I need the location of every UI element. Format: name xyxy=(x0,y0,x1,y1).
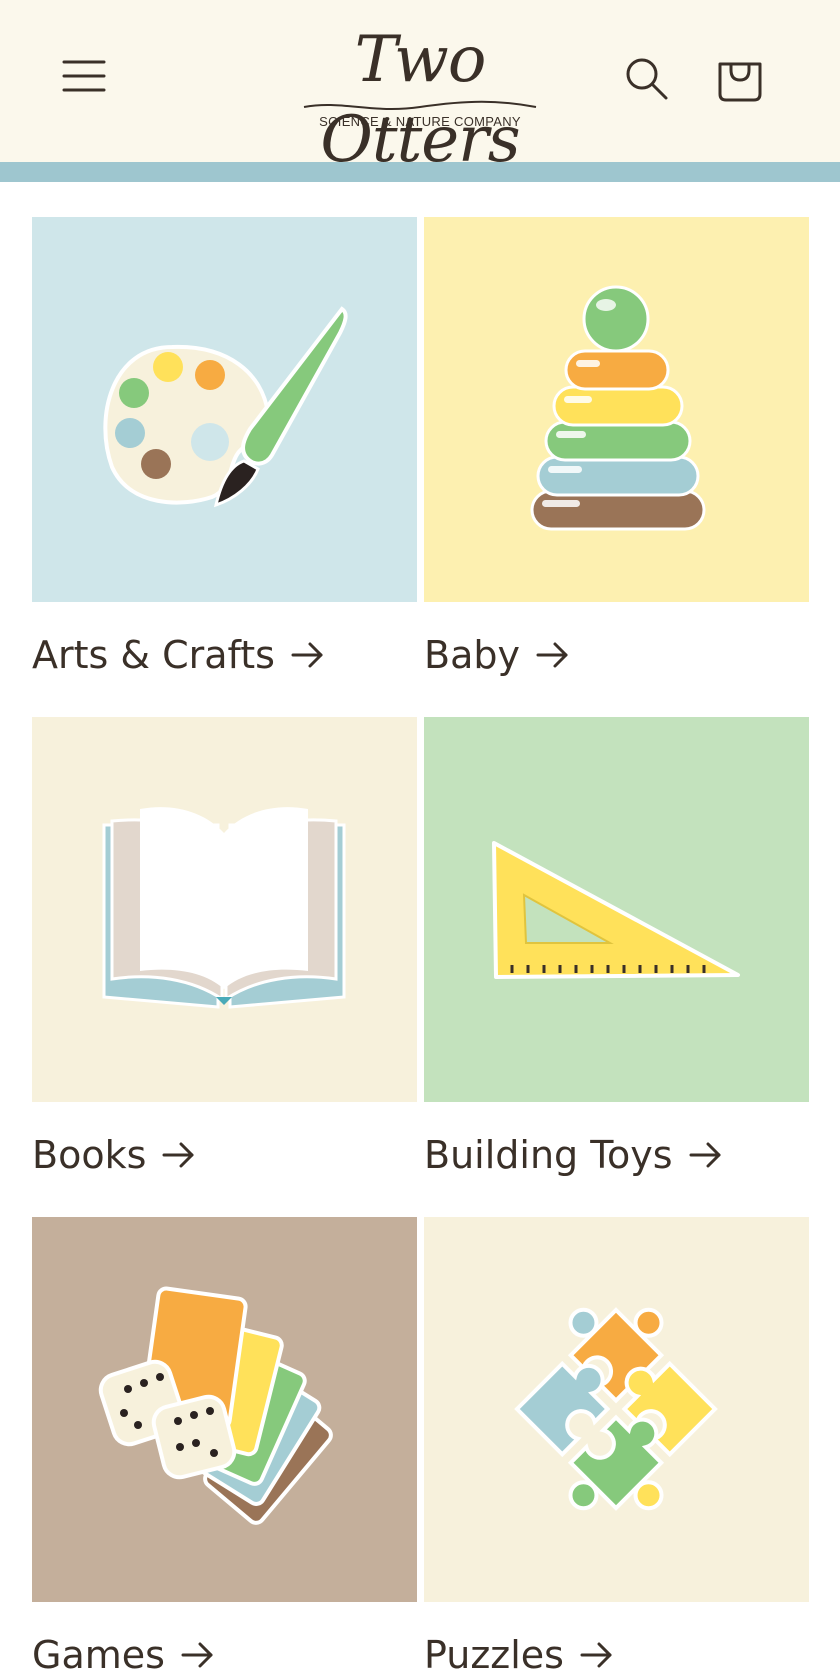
arrow-right-icon xyxy=(536,640,570,670)
stacking-rings-icon xyxy=(424,217,809,602)
cart-button[interactable] xyxy=(714,50,766,104)
category-tile[interactable] xyxy=(32,717,417,1102)
category-label[interactable]: Baby xyxy=(424,630,570,680)
search-icon xyxy=(626,58,668,100)
category-label-text: Games xyxy=(32,1633,165,1677)
category-label-text: Baby xyxy=(424,633,520,677)
open-book-icon xyxy=(32,717,417,1102)
hamburger-menu-icon xyxy=(62,60,106,92)
arrow-right-icon xyxy=(181,1640,215,1670)
site-logo[interactable]: Two Otters SCIENCE & NATURE COMPANY xyxy=(290,18,550,177)
category-label[interactable]: Puzzles xyxy=(424,1630,614,1680)
category-tile[interactable] xyxy=(424,217,809,602)
shopping-bag-icon xyxy=(718,62,762,102)
set-square-ruler-icon xyxy=(424,717,809,1102)
category-label-text: Arts & Crafts xyxy=(32,633,275,677)
category-tile[interactable] xyxy=(424,717,809,1102)
search-button[interactable] xyxy=(622,54,670,102)
category-tile[interactable] xyxy=(32,1217,417,1602)
category-tile[interactable] xyxy=(424,1217,809,1602)
category-label[interactable]: Building Toys xyxy=(424,1130,723,1180)
category-label[interactable]: Arts & Crafts xyxy=(32,630,325,680)
logo-wave-icon xyxy=(303,100,537,110)
category-label-text: Building Toys xyxy=(424,1133,673,1177)
dice-cards-icon xyxy=(32,1217,417,1602)
category-label-text: Books xyxy=(32,1133,147,1177)
category-label[interactable]: Games xyxy=(32,1630,215,1680)
arrow-right-icon xyxy=(689,1140,723,1170)
menu-button[interactable] xyxy=(58,52,110,100)
category-label-text: Puzzles xyxy=(424,1633,564,1677)
category-tile[interactable] xyxy=(32,217,417,602)
arrow-right-icon xyxy=(291,640,325,670)
arrow-right-icon xyxy=(162,1140,196,1170)
category-label[interactable]: Books xyxy=(32,1130,196,1180)
palette-brush-icon xyxy=(32,217,417,602)
arrow-right-icon xyxy=(580,1640,614,1670)
puzzle-pieces-icon xyxy=(424,1217,809,1602)
logo-subtitle: SCIENCE & NATURE COMPANY xyxy=(319,114,521,129)
